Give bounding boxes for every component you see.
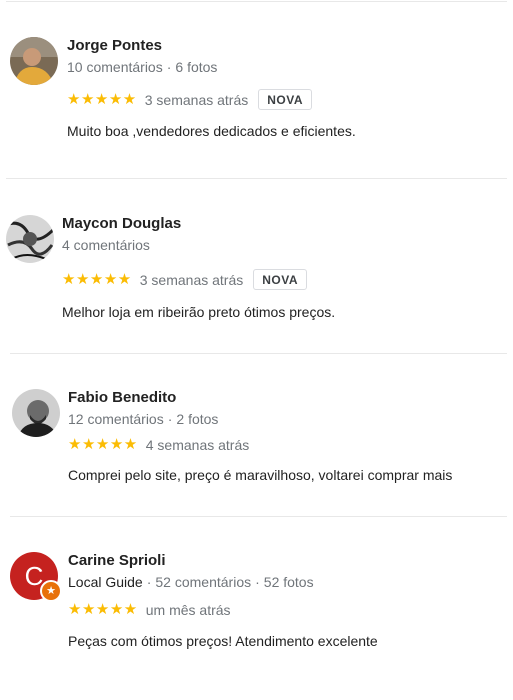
star-rating: ★★★★★ xyxy=(68,436,138,453)
reviewer-name[interactable]: Maycon Douglas xyxy=(62,215,181,232)
bw-art-photo-icon xyxy=(6,215,54,263)
star-rating: ★★★★★ xyxy=(67,90,137,108)
separator-dot: · xyxy=(167,411,173,427)
new-badge: NOVA xyxy=(253,269,308,290)
review-text: Comprei pelo site, preço é maravilhoso, … xyxy=(68,467,453,483)
reviewer-name[interactable]: Fabio Benedito xyxy=(68,389,176,406)
local-guide-star-icon: ★ xyxy=(40,580,62,602)
review-text: Muito boa ,vendedores dedicados e eficie… xyxy=(67,123,356,139)
separator-dot: · xyxy=(146,574,152,590)
avatar[interactable] xyxy=(12,389,60,437)
new-badge: NOVA xyxy=(258,89,313,110)
reviewer-name[interactable]: Jorge Pontes xyxy=(67,37,162,54)
comment-count: 52 comentários xyxy=(155,574,252,590)
review-text: Melhor loja em ribeirão preto ótimos pre… xyxy=(62,304,336,320)
rating-row: ★★★★★ 3 semanas atrás NOVA xyxy=(62,269,308,290)
reviewer-stats: 12 comentários · 2 fotos xyxy=(68,411,218,427)
review-item: Jorge Pontes 10 comentários · 6 fotos ★★★★… xyxy=(0,0,513,178)
rating-row: ★★★★★ 3 semanas atrás NOVA xyxy=(67,89,313,110)
person-photo-icon xyxy=(10,37,58,85)
separator-dot: · xyxy=(255,574,260,590)
comment-count: 10 comentários xyxy=(67,59,163,75)
review-item: Fabio Benedito 12 comentários · 2 fotos ★★… xyxy=(0,353,513,516)
review-date: 3 semanas atrás xyxy=(139,271,244,288)
comment-count: 4 comentários xyxy=(62,237,150,253)
avatar[interactable] xyxy=(6,215,54,263)
separator-dot: · xyxy=(166,59,172,75)
avatar[interactable] xyxy=(10,37,58,85)
review-item: C ★ Carine Sprioli Local Guide · 52 coment… xyxy=(0,516,513,700)
star-rating: ★★★★★ xyxy=(62,270,132,288)
review-item: Maycon Douglas 4 comentários ★★★★★ 3 sem… xyxy=(0,178,513,353)
review-text: Peças com ótimos preços! Atendimento exc… xyxy=(68,633,378,649)
reviewer-name[interactable]: Carine Sprioli xyxy=(68,552,166,569)
rating-row: ★★★★★ um mês atrás xyxy=(68,601,231,619)
photo-count: 52 fotos xyxy=(263,574,314,590)
photo-count: 6 fotos xyxy=(175,59,218,75)
local-guide-label: Local Guide xyxy=(68,574,143,590)
bw-person-photo-icon xyxy=(12,389,60,437)
rating-row: ★★★★★ 4 semanas atrás xyxy=(68,436,250,454)
avatar[interactable]: C ★ xyxy=(10,552,62,602)
reviewer-stats: 10 comentários · 6 fotos xyxy=(67,59,217,75)
review-date: um mês atrás xyxy=(145,602,231,618)
review-date: 4 semanas atrás xyxy=(145,437,250,453)
reviewer-stats: Local Guide · 52 comentários · 52 fotos xyxy=(68,574,314,590)
reviewer-stats: 4 comentários xyxy=(62,237,150,253)
review-date: 3 semanas atrás xyxy=(144,91,249,108)
photo-count: 2 fotos xyxy=(176,411,219,427)
comment-count: 12 comentários xyxy=(68,411,164,427)
star-rating: ★★★★★ xyxy=(68,601,138,618)
